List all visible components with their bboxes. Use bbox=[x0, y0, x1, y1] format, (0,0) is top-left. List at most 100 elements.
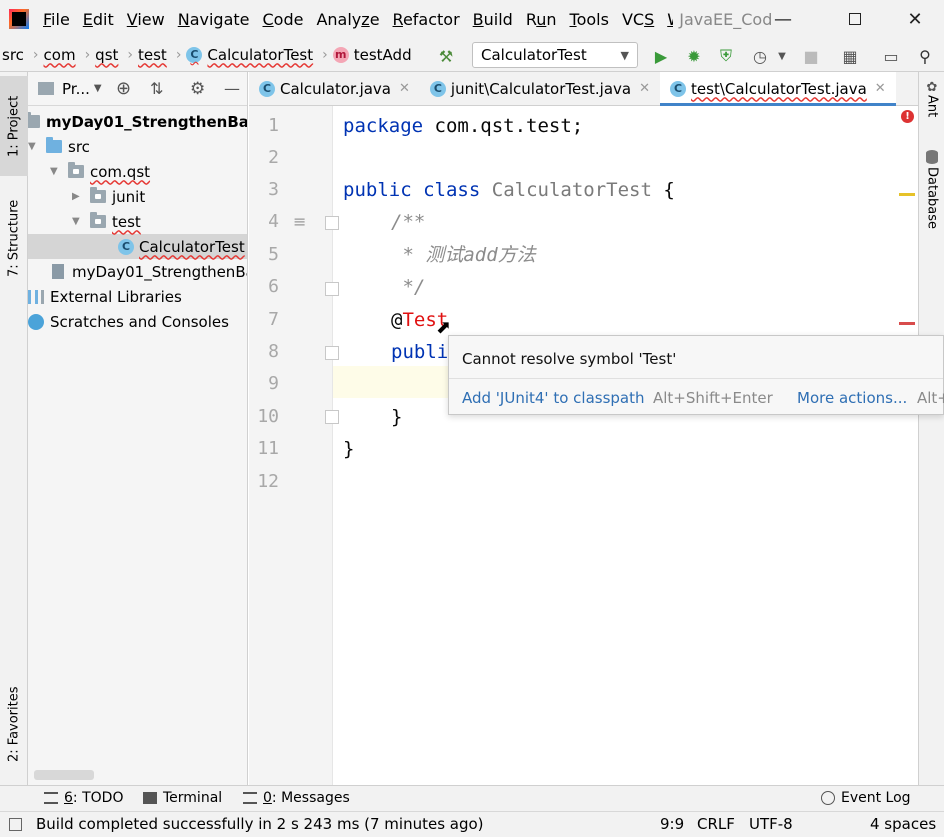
coverage-icon[interactable]: ⛨ bbox=[716, 46, 736, 66]
panel-toggle-icon[interactable] bbox=[9, 818, 22, 831]
status-message[interactable]: Build completed successfully in 2 s 243 … bbox=[36, 815, 484, 833]
minimize-button[interactable]: — bbox=[760, 0, 806, 38]
run-config-select[interactable]: CalculatorTest ▼ bbox=[472, 42, 638, 68]
menu-edit[interactable]: Edit bbox=[83, 10, 114, 29]
tree-item-src[interactable]: ▼ src bbox=[28, 134, 90, 159]
add-junit4-shortcut: Alt+Shift+Enter bbox=[653, 389, 773, 407]
menu-run[interactable]: Run bbox=[526, 10, 557, 29]
tab-calculator-java[interactable]: C Calculator.java ✕ bbox=[249, 72, 420, 105]
collapse-all-icon[interactable]: ⇅ bbox=[150, 79, 163, 98]
build-hammer-icon[interactable]: ⚒ bbox=[436, 46, 456, 66]
locate-icon[interactable]: ⊕ bbox=[116, 78, 131, 99]
code-line-1[interactable]: package com.qst.test; bbox=[343, 110, 583, 142]
fold-marker[interactable] bbox=[325, 410, 339, 424]
breadcrumb-src[interactable]: src bbox=[2, 46, 24, 64]
error-stripe-icon[interactable]: ! bbox=[901, 110, 914, 123]
warning-marker[interactable] bbox=[899, 193, 915, 196]
tree-item-calculator-test[interactable]: C CalculatorTest bbox=[118, 234, 245, 259]
debug-icon[interactable]: ✹ bbox=[684, 46, 704, 66]
menu-file[interactable]: File bbox=[43, 10, 70, 29]
tree-item-com-qst[interactable]: ▼ com.qst bbox=[50, 159, 150, 184]
package-icon bbox=[90, 212, 106, 228]
window-title: JavaEE_Cod bbox=[679, 9, 773, 29]
profile-dropdown-icon[interactable]: ▼ bbox=[772, 46, 792, 66]
breadcrumb-test[interactable]: test bbox=[138, 46, 167, 64]
menu-window[interactable]: W bbox=[667, 10, 673, 29]
editor-gutter: 1 2 3 4 5 6 7 8 9 10 11 12 ≡ bbox=[249, 106, 339, 785]
error-marker[interactable] bbox=[899, 322, 915, 325]
code-line-6[interactable]: */ bbox=[391, 271, 425, 303]
code-line-3[interactable]: public class CalculatorTest { bbox=[343, 174, 675, 206]
expanded-arrow-icon: ▼ bbox=[50, 166, 58, 177]
menu-build[interactable]: Build bbox=[473, 10, 513, 29]
fold-marker[interactable] bbox=[325, 346, 339, 360]
breadcrumb-com[interactable]: com bbox=[44, 46, 76, 64]
menu-vcs[interactable]: VCS bbox=[622, 10, 654, 29]
tab-structure[interactable]: 7: Structure bbox=[0, 188, 28, 288]
menu-tools[interactable]: Tools bbox=[570, 10, 609, 29]
code-line-5[interactable]: * 测试add方法 bbox=[391, 239, 535, 271]
breadcrumb-class[interactable]: C CalculatorTest bbox=[186, 46, 313, 64]
stop-icon[interactable]: ■ bbox=[801, 46, 821, 66]
gear-icon[interactable]: ⚙ bbox=[190, 79, 205, 99]
messages-tool-button[interactable]: 0: Messages bbox=[243, 790, 350, 806]
package-icon bbox=[90, 187, 106, 203]
event-log-tool-button[interactable]: Event Log bbox=[821, 790, 911, 806]
class-icon: C bbox=[118, 238, 134, 255]
minimize-icon: — bbox=[774, 8, 792, 30]
tree-item-project-root[interactable]: myDay01_StrengthenBasic bbox=[28, 109, 247, 134]
breadcrumb-method[interactable]: m testAdd bbox=[332, 46, 412, 64]
render-doc-icon[interactable]: ≡ bbox=[293, 212, 306, 231]
tree-item-iml-file[interactable]: myDay01_StrengthenBas bbox=[52, 259, 247, 284]
close-window-button[interactable]: ✕ bbox=[892, 0, 938, 38]
horizontal-scrollbar[interactable] bbox=[34, 770, 94, 780]
close-icon[interactable]: ✕ bbox=[399, 81, 410, 96]
menu-refactor[interactable]: Refactor bbox=[393, 10, 460, 29]
indent-setting[interactable]: 4 spaces bbox=[870, 815, 936, 833]
code-line-11[interactable]: } bbox=[343, 433, 354, 465]
menu-view[interactable]: View bbox=[127, 10, 165, 29]
code-line-8[interactable]: publi bbox=[391, 336, 448, 368]
chevron-down-icon[interactable]: ▼ bbox=[94, 83, 102, 94]
profile-icon[interactable]: ◷ bbox=[750, 46, 770, 66]
fold-marker[interactable] bbox=[325, 216, 339, 230]
terminal-tool-button[interactable]: Terminal bbox=[143, 790, 222, 806]
tree-item-external-libraries[interactable]: External Libraries bbox=[28, 284, 182, 309]
menu-code[interactable]: Code bbox=[263, 10, 304, 29]
more-actions-link[interactable]: More actions... bbox=[797, 389, 907, 407]
intellij-logo-icon[interactable] bbox=[9, 9, 29, 29]
tab-database[interactable]: Database bbox=[919, 150, 944, 240]
tree-item-test[interactable]: ▼ test bbox=[72, 209, 141, 234]
caret-position[interactable]: 9:9 bbox=[660, 815, 684, 833]
toggle-panel-icon[interactable]: ▭ bbox=[881, 46, 901, 66]
method-icon: m bbox=[332, 46, 349, 63]
line-separator[interactable]: CRLF bbox=[697, 815, 735, 833]
menu-analyze[interactable]: Analyze bbox=[316, 10, 379, 29]
menu-navigate[interactable]: Navigate bbox=[178, 10, 250, 29]
tab-ant[interactable]: ✿ Ant bbox=[919, 80, 944, 140]
tab-project[interactable]: 1: Project bbox=[0, 76, 28, 176]
hide-panel-icon[interactable]: — bbox=[224, 79, 240, 98]
chevron-right-icon: › bbox=[127, 46, 133, 63]
code-line-4[interactable]: /** bbox=[391, 206, 425, 238]
tab-favorites[interactable]: 2: Favorites bbox=[0, 672, 28, 776]
breadcrumb-qst[interactable]: qst bbox=[95, 46, 118, 64]
close-icon[interactable]: ✕ bbox=[875, 81, 886, 96]
fold-marker[interactable] bbox=[325, 282, 339, 296]
tab-junit-calculator-test[interactable]: C junit\CalculatorTest.java ✕ bbox=[420, 72, 660, 105]
status-bar: Build completed successfully in 2 s 243 … bbox=[0, 811, 944, 837]
tree-item-scratches[interactable]: Scratches and Consoles bbox=[28, 309, 229, 334]
maximize-button[interactable] bbox=[832, 0, 878, 38]
todo-tool-button[interactable]: 6: TODO bbox=[44, 790, 123, 806]
tree-item-junit[interactable]: ▶ junit bbox=[72, 184, 145, 209]
add-junit4-classpath-link[interactable]: Add 'JUnit4' to classpath bbox=[462, 389, 645, 407]
close-icon[interactable]: ✕ bbox=[639, 81, 650, 96]
project-view-select[interactable]: Pr... bbox=[62, 80, 90, 98]
tab-test-calculator-test[interactable]: C test\CalculatorTest.java ✕ bbox=[660, 72, 896, 106]
project-structure-icon[interactable]: ▦ bbox=[840, 46, 860, 66]
file-encoding[interactable]: UTF-8 bbox=[749, 815, 793, 833]
run-icon[interactable]: ▶ bbox=[651, 46, 671, 66]
code-line-10[interactable]: } bbox=[391, 401, 402, 433]
bottom-tool-bar: 6: TODO Terminal 0: Messages Event Log bbox=[0, 785, 944, 811]
search-icon[interactable]: ⚲ bbox=[915, 46, 935, 66]
